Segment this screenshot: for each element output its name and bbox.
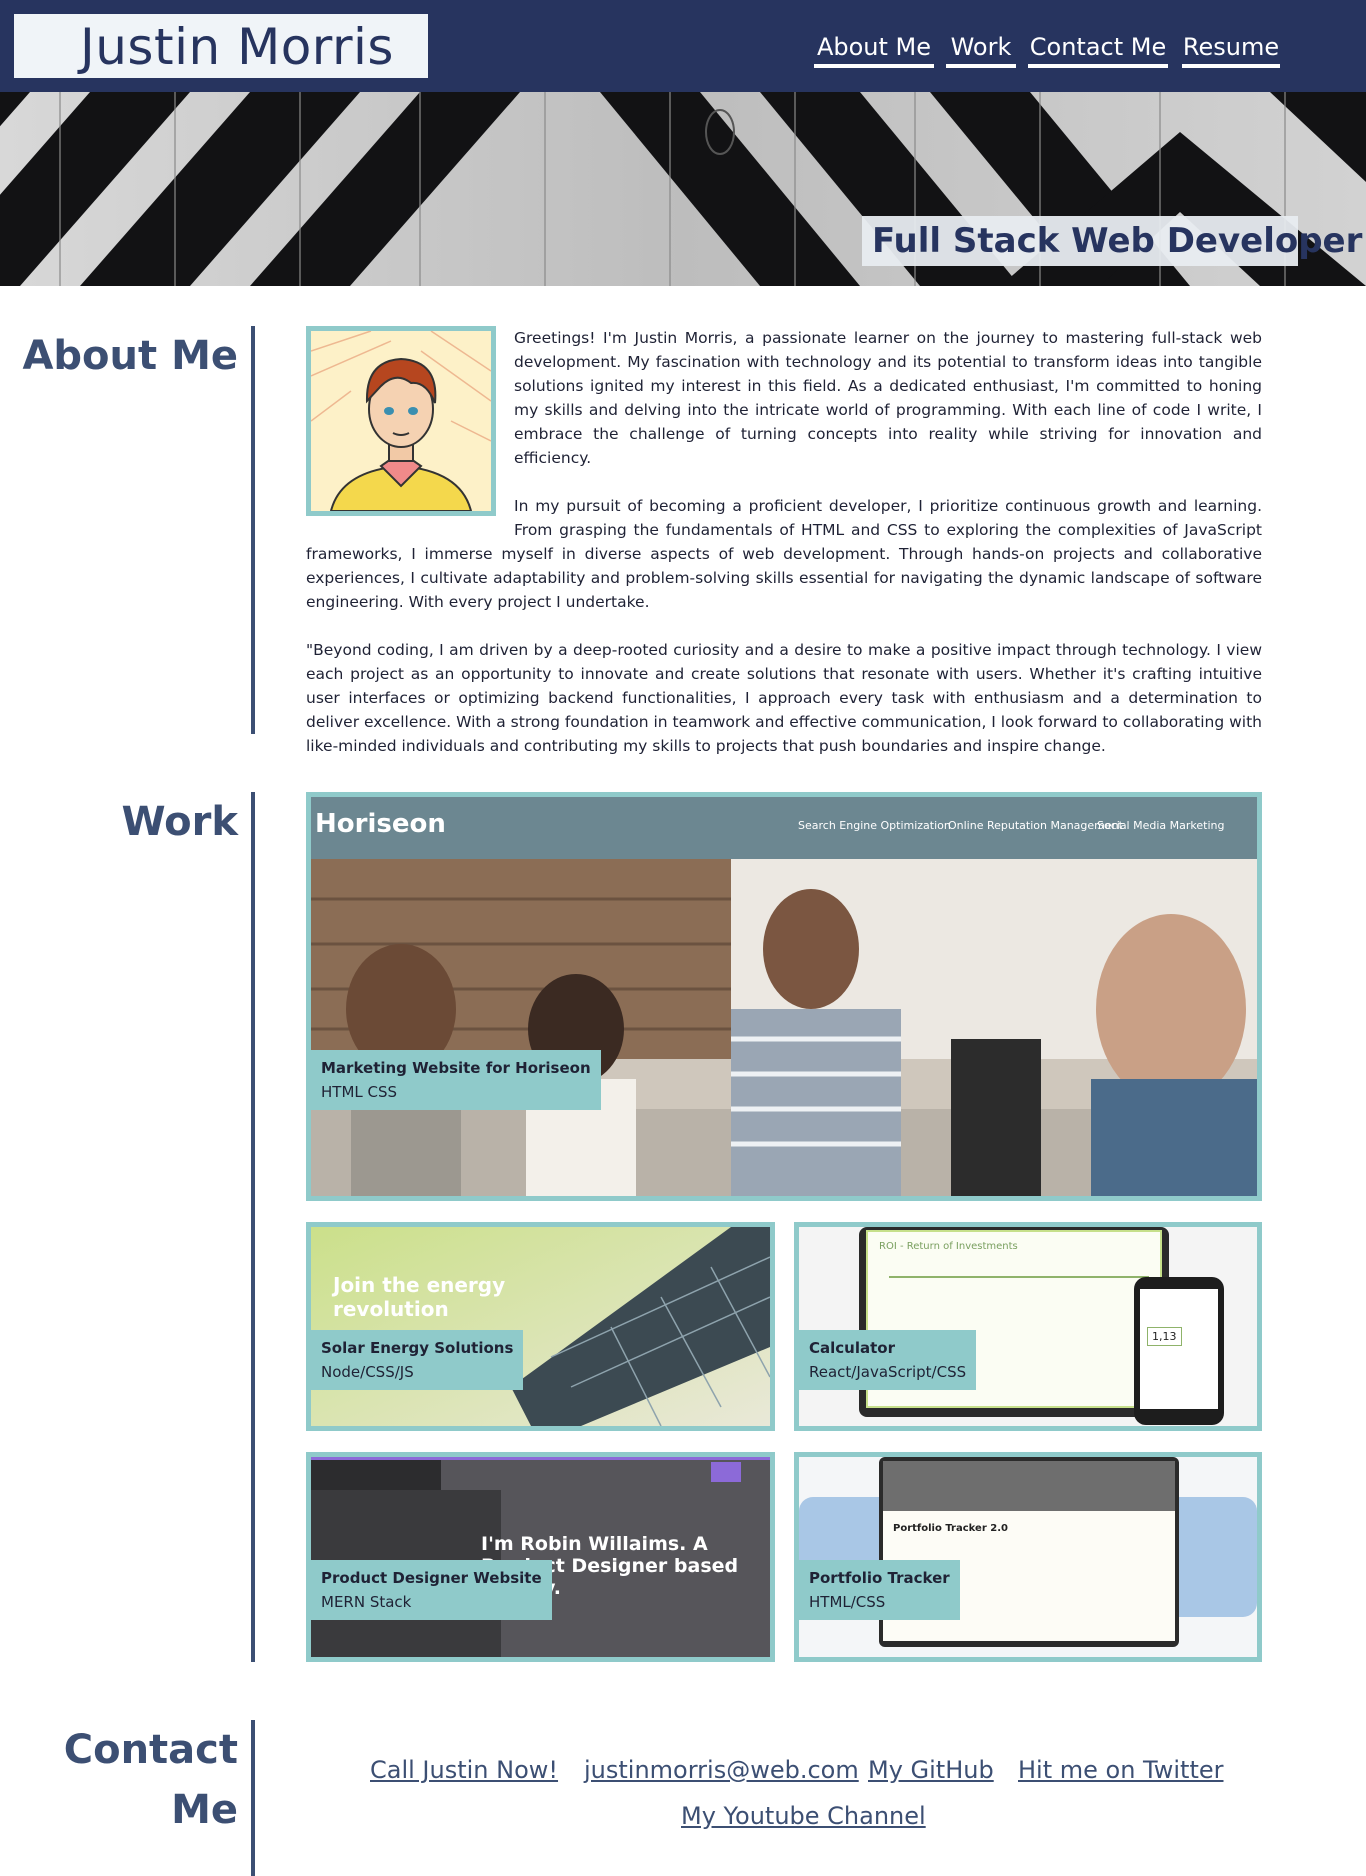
work-section-title: Work <box>121 799 238 845</box>
nav-contact-me[interactable]: Contact Me <box>1028 28 1168 68</box>
contact-section-title: Contact Me <box>20 1720 238 1840</box>
project-card-horiseon[interactable]: Horiseon Search Engine Optimization Onli… <box>306 792 1262 1201</box>
project-tech: React/JavaScript/CSS <box>809 1363 967 1381</box>
calculator-heading: ROI - Return of Investments <box>879 1241 1018 1252</box>
project-label-horiseon: Marketing Website for Horiseon HTML CSS <box>311 1050 601 1110</box>
solar-headline: Join the energy revolution <box>333 1273 506 1321</box>
contact-divider <box>251 1720 255 1876</box>
about-divider <box>251 326 255 734</box>
project-tech: HTML/CSS <box>809 1593 886 1611</box>
about-content: Greetings! I'm Justin Morris, a passiona… <box>306 326 1262 782</box>
project-label-portfolio-tracker: Portfolio Tracker HTML/CSS <box>799 1560 960 1620</box>
main-nav: About Me Work Contact Me Resume <box>0 28 1366 72</box>
hero-banner: Full Stack Web Developer <box>0 92 1366 286</box>
about-paragraph-3: "Beyond coding, I am driven by a deep-ro… <box>306 641 1262 755</box>
nav-about-me[interactable]: About Me <box>814 28 934 68</box>
project-title: Marketing Website for Horiseon <box>321 1059 591 1077</box>
youtube-link[interactable]: My Youtube Channel <box>681 1802 926 1830</box>
avatar <box>306 326 496 516</box>
project-tech: MERN Stack <box>321 1593 412 1611</box>
project-title: Portfolio Tracker <box>809 1569 950 1587</box>
horiseon-preview-header: Horiseon Search Engine Optimization Onli… <box>311 797 1257 859</box>
project-card-calculator[interactable]: ROI - Return of Investments 1,13 Calcula… <box>794 1222 1262 1431</box>
solar-preview <box>311 1227 770 1426</box>
contact-title-line1: Contact <box>63 1727 238 1773</box>
horiseon-preview: Horiseon Search Engine Optimization Onli… <box>311 797 1257 1196</box>
nav-work[interactable]: Work <box>946 28 1016 68</box>
project-title: Product Designer Website <box>321 1569 542 1587</box>
horiseon-nav-3: Social Media Marketing <box>1097 819 1225 832</box>
portfolio-tracker-heading: Portfolio Tracker 2.0 <box>893 1523 1008 1534</box>
project-label-solar: Solar Energy Solutions Node/CSS/JS <box>311 1330 524 1390</box>
project-title: Solar Energy Solutions <box>321 1339 514 1357</box>
project-label-calculator: Calculator React/JavaScript/CSS <box>799 1330 977 1390</box>
work-divider <box>251 792 255 1662</box>
nav-resume[interactable]: Resume <box>1182 28 1280 68</box>
calculator-preview <box>799 1227 1257 1426</box>
horiseon-brand: Horiseon <box>315 809 446 839</box>
project-card-solar[interactable]: Join the energy revolution Solar Energy … <box>306 1222 775 1431</box>
project-label-product-designer: Product Designer Website MERN Stack <box>311 1560 552 1620</box>
about-section-title: About Me <box>22 333 238 379</box>
calculator-result: 1,13 <box>1147 1327 1182 1346</box>
project-title: Calculator <box>809 1339 895 1357</box>
email-link[interactable]: justinmorris@web.com <box>584 1756 859 1784</box>
portfolio-tracker-preview <box>799 1457 1257 1657</box>
call-link[interactable]: Call Justin Now! <box>370 1756 558 1784</box>
hero-tagline-box: Full Stack Web Developer <box>862 216 1362 266</box>
project-card-product-designer[interactable]: I'm Robin Willaims. A Product Designer b… <box>306 1452 775 1662</box>
horiseon-nav-1: Search Engine Optimization <box>798 819 951 832</box>
avatar-illustration <box>311 331 491 511</box>
project-tech: HTML CSS <box>321 1083 398 1101</box>
project-tech: Node/CSS/JS <box>321 1363 414 1381</box>
github-link[interactable]: My GitHub <box>868 1756 994 1784</box>
project-card-portfolio-tracker[interactable]: Portfolio Tracker 2.0 Portfolio Tracker … <box>794 1452 1262 1662</box>
twitter-link[interactable]: Hit me on Twitter <box>1018 1756 1224 1784</box>
team-meeting-photo <box>311 859 1257 1196</box>
site-header: Justin Morris About Me Work Contact Me R… <box>0 0 1366 92</box>
contact-title-line2: Me <box>171 1787 238 1833</box>
hero-tagline: Full Stack Web Developer <box>872 221 1363 261</box>
